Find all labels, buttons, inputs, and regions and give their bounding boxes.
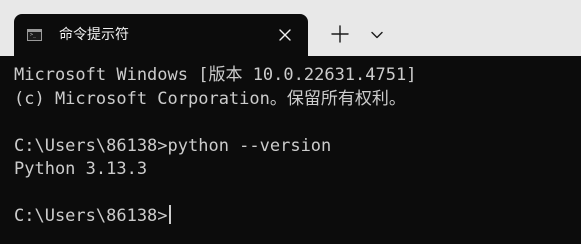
terminal-line: Microsoft Windows [版本 10.0.22631.4751] <box>14 65 417 85</box>
terminal-line: (c) Microsoft Corporation。保留所有权利。 <box>14 88 406 109</box>
terminal-line: C:\Users\86138>python --version <box>14 135 332 156</box>
plus-icon <box>331 25 349 43</box>
text-cursor <box>168 205 171 224</box>
chevron-down-icon <box>371 31 383 39</box>
tab-command-prompt[interactable]: >_ 命令提示符 <box>14 14 308 56</box>
terminal-line: Python 3.13.3 <box>14 159 148 179</box>
prompt-text: C:\Users\86138> <box>14 206 168 226</box>
close-icon <box>279 29 291 41</box>
terminal-output[interactable]: Microsoft Windows [版本 10.0.22631.4751] (… <box>14 64 573 229</box>
prompt-line[interactable]: C:\Users\86138> <box>14 205 573 229</box>
tab-title: 命令提示符 <box>59 27 129 43</box>
new-tab-button[interactable] <box>327 21 353 47</box>
tab-dropdown-button[interactable] <box>366 25 388 45</box>
title-bar: >_ 命令提示符 <box>0 0 581 56</box>
close-tab-button[interactable] <box>277 27 293 43</box>
terminal-window: >_ 命令提示符 Microsoft Windows [版本 10.0.2263… <box>0 0 581 244</box>
command-prompt-icon: >_ <box>27 29 42 41</box>
